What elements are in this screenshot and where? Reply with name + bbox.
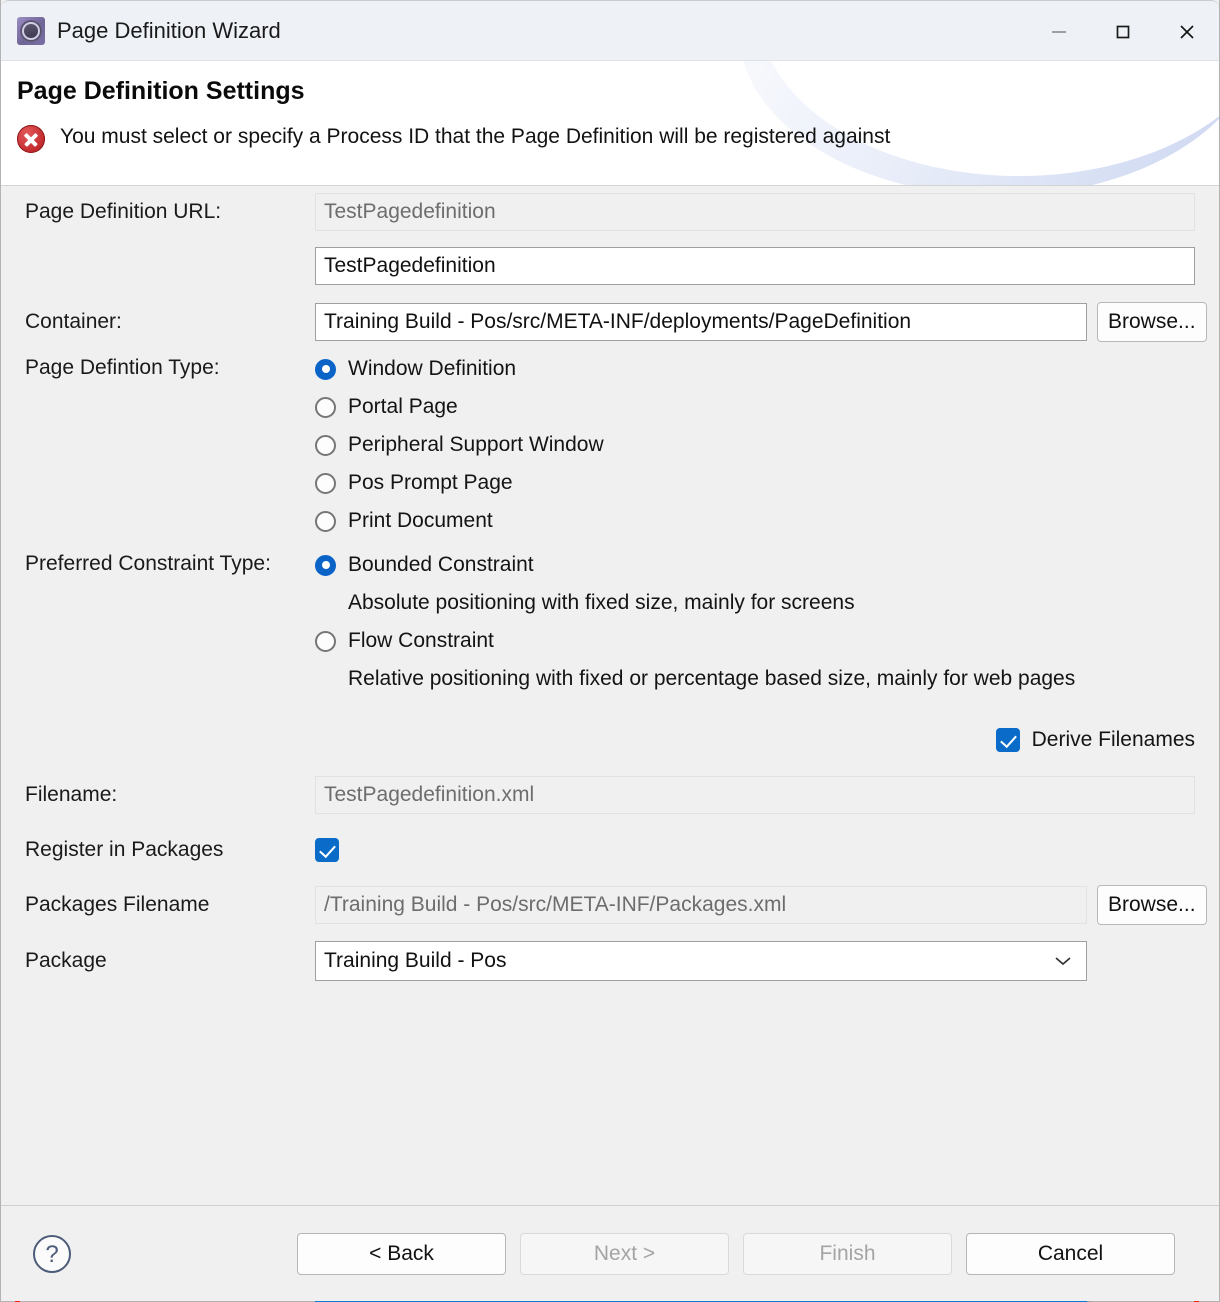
wizard-buttons: < Back Next > Finish Cancel xyxy=(297,1232,1175,1275)
container-browse-button[interactable]: Browse... xyxy=(1097,302,1207,342)
page-definition-wizard-window: Page Definition Wizard Page Definition S… xyxy=(0,0,1220,1302)
package-combobox[interactable]: Training Build - Pos xyxy=(315,941,1087,981)
preferred-constraint-type-row: Preferred Constraint Type: Bounded Const… xyxy=(1,546,1219,712)
page-definition-url-input[interactable]: TestPagedefinition xyxy=(315,247,1195,285)
radio-print-document-label: Print Document xyxy=(348,509,493,532)
header-decoration-mask xyxy=(759,61,1219,176)
packages-filename-row: Packages Filename /Training Build - Pos/… xyxy=(1,878,1219,932)
radio-print-document[interactable]: Print Document xyxy=(315,502,493,540)
svg-text:?: ? xyxy=(45,1241,58,1268)
error-message-text: You must select or specify a Process ID … xyxy=(60,125,891,148)
derive-filenames-label: Derive Filenames xyxy=(1031,728,1195,751)
container-label: Container: xyxy=(25,310,122,333)
radio-portal-page-indicator xyxy=(315,396,336,418)
preferred-constraint-type-label: Preferred Constraint Type: xyxy=(25,552,271,575)
radio-window-definition-indicator xyxy=(315,358,336,380)
radio-window-definition-label: Window Definition xyxy=(348,357,517,380)
derive-filenames-checkbox[interactable] xyxy=(995,728,1020,752)
chevron-down-icon xyxy=(1054,949,1072,973)
filename-field: TestPagedefinition.xml xyxy=(315,776,1195,814)
radio-pos-prompt-page-label: Pos Prompt Page xyxy=(348,471,513,494)
radio-pos-prompt-page[interactable]: Pos Prompt Page xyxy=(315,464,513,502)
radio-peripheral-support-window-label: Peripheral Support Window xyxy=(348,433,604,456)
page-definition-url-input-row: TestPagedefinition xyxy=(1,238,1219,294)
package-combobox-value: Training Build - Pos xyxy=(324,949,507,972)
radio-flow-constraint[interactable]: Flow Constraint xyxy=(315,622,494,660)
page-definition-url-row: Page Definition URL: TestPagedefinition xyxy=(1,186,1219,238)
bounded-constraint-description: Absolute positioning with fixed size, ma… xyxy=(348,591,855,614)
container-input[interactable]: Training Build - Pos/src/META-INF/deploy… xyxy=(315,303,1087,341)
filename-row: Filename: TestPagedefinition.xml xyxy=(1,768,1219,822)
radio-peripheral-support-window[interactable]: Peripheral Support Window xyxy=(315,426,604,464)
radio-portal-page[interactable]: Portal Page xyxy=(315,388,458,426)
help-icon[interactable]: ? xyxy=(31,1233,73,1275)
title-bar: Page Definition Wizard xyxy=(1,0,1219,61)
derive-filenames-row: Derive Filenames xyxy=(1,712,1219,768)
register-in-packages-checkbox[interactable] xyxy=(315,838,339,862)
register-in-packages-row: Register in Packages xyxy=(1,822,1219,878)
radio-flow-constraint-indicator xyxy=(315,630,336,652)
error-message-area: You must select or specify a Process ID … xyxy=(17,121,989,153)
packages-filename-label: Packages Filename xyxy=(25,893,210,916)
error-icon xyxy=(17,125,45,153)
radio-flow-constraint-label: Flow Constraint xyxy=(348,629,494,652)
wizard-footer: ? < Back Next > Finish Cancel xyxy=(1,1205,1219,1301)
page-definition-url-label: Page Definition URL: xyxy=(25,200,222,223)
packages-filename-field: /Training Build - Pos/src/META-INF/Packa… xyxy=(315,886,1087,924)
window-title: Page Definition Wizard xyxy=(57,17,281,43)
page-definition-url-readonly-field: TestPagedefinition xyxy=(315,193,1195,231)
container-row: Container: Training Build - Pos/src/META… xyxy=(1,294,1219,350)
wizard-header: Page Definition Settings You must select… xyxy=(1,61,1219,186)
close-button[interactable] xyxy=(1155,1,1219,62)
next-button: Next > xyxy=(520,1232,729,1275)
radio-window-definition[interactable]: Window Definition xyxy=(315,350,516,388)
package-label: Package xyxy=(25,949,107,972)
flow-constraint-description: Relative positioning with fixed or perce… xyxy=(348,667,1076,690)
filename-label: Filename: xyxy=(25,783,118,806)
gear-icon xyxy=(17,16,45,45)
maximize-button[interactable] xyxy=(1091,1,1155,62)
radio-pos-prompt-page-indicator xyxy=(315,472,336,494)
window-controls xyxy=(1027,1,1219,62)
cancel-button[interactable]: Cancel xyxy=(966,1232,1175,1275)
register-in-packages-label: Register in Packages xyxy=(25,838,224,861)
radio-bounded-constraint-indicator xyxy=(315,554,336,576)
radio-bounded-constraint-label: Bounded Constraint xyxy=(348,553,534,576)
finish-button: Finish xyxy=(743,1232,952,1275)
page-definition-type-label: Page Defintion Type: xyxy=(25,356,220,379)
wizard-body: Page Definition URL: TestPagedefinition … xyxy=(1,186,1219,1302)
radio-print-document-indicator xyxy=(315,510,336,532)
radio-peripheral-support-window-indicator xyxy=(315,434,336,456)
package-row: Package Training Build - Pos xyxy=(1,932,1219,990)
radio-portal-page-label: Portal Page xyxy=(348,395,458,418)
page-definition-type-row: Page Defintion Type: Window Definition P… xyxy=(1,350,1219,546)
minimize-button[interactable] xyxy=(1027,1,1091,62)
radio-bounded-constraint[interactable]: Bounded Constraint xyxy=(315,546,534,584)
packages-filename-browse-button[interactable]: Browse... xyxy=(1097,885,1207,925)
back-button[interactable]: < Back xyxy=(297,1232,506,1275)
page-title: Page Definition Settings xyxy=(17,77,305,105)
